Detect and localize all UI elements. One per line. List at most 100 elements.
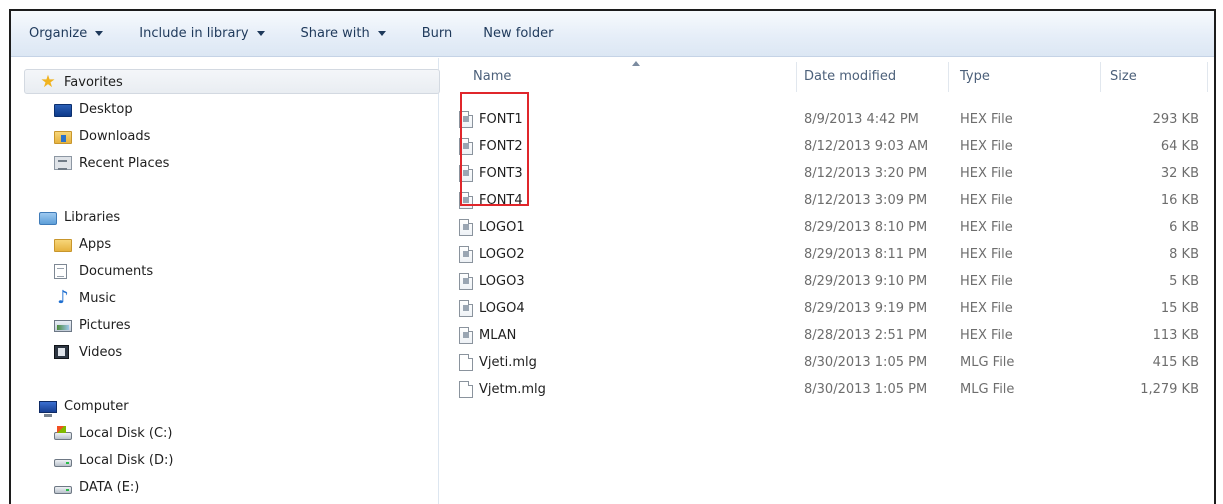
file-name: LOGO3 (479, 274, 525, 289)
nav-item-recent-places[interactable]: Recent Places (54, 150, 169, 176)
file-type: HEX File (960, 166, 1013, 181)
include-in-library-button[interactable]: Include in library (139, 26, 265, 41)
column-header-date-label: Date modified (804, 68, 897, 84)
file-type: HEX File (960, 220, 1013, 235)
chevron-down-icon (377, 31, 386, 36)
file-date-modified: 8/29/2013 8:10 PM (804, 220, 928, 235)
nav-item-downloads[interactable]: Downloads (54, 123, 150, 149)
desktop-icon (54, 103, 72, 117)
share-with-label: Share with (300, 26, 370, 41)
videos-icon (54, 345, 69, 359)
table-row[interactable]: Vjetm.mlg 8/30/2013 1:05 PM MLG File 1,2… (440, 376, 1214, 403)
column-header-type-label: Type (960, 68, 990, 84)
folder-icon (54, 238, 72, 252)
table-row[interactable]: FONT2 8/12/2013 9:03 AM HEX File 64 KB (440, 133, 1214, 160)
nav-item-data-e[interactable]: DATA (E:) (54, 474, 139, 500)
file-date-modified: 8/29/2013 8:11 PM (804, 247, 928, 262)
computer-icon (39, 400, 57, 417)
file-name: LOGO4 (479, 301, 525, 316)
file-date-modified: 8/12/2013 3:09 PM (804, 193, 928, 208)
column-header-date-modified[interactable]: Date modified (804, 58, 944, 94)
burn-label: Burn (421, 26, 453, 41)
file-size: 293 KB (1152, 112, 1199, 127)
blank-file-icon (459, 381, 473, 398)
nav-item-label: Recent Places (79, 155, 170, 171)
table-row[interactable]: MLAN 8/28/2013 2:51 PM HEX File 113 KB (440, 322, 1214, 349)
nav-libraries-label: Libraries (64, 209, 121, 225)
system-drive-icon (54, 426, 72, 440)
table-row[interactable]: LOGO3 8/29/2013 9:10 PM HEX File 5 KB (440, 268, 1214, 295)
column-header-size-label: Size (1110, 68, 1137, 84)
nav-item-music[interactable]: ♪ Music (54, 285, 116, 311)
sort-ascending-icon (632, 61, 640, 66)
file-type: HEX File (960, 328, 1013, 343)
file-date-modified: 8/29/2013 9:10 PM (804, 274, 928, 289)
new-folder-label: New folder (483, 26, 554, 41)
nav-favorites-label: Favorites (64, 74, 123, 90)
file-size: 6 KB (1169, 220, 1199, 235)
pictures-icon (54, 320, 72, 332)
recent-places-icon (54, 156, 72, 170)
column-header-type[interactable]: Type (960, 58, 1090, 94)
nav-item-label: Local Disk (D:) (79, 452, 174, 468)
file-list: Name Date modified Type Size FONT1 8/9/2… (440, 58, 1214, 504)
nav-item-label: Apps (79, 236, 112, 252)
include-in-library-label: Include in library (139, 26, 249, 41)
star-icon: ★ (40, 72, 56, 92)
hex-file-icon (459, 300, 473, 317)
nav-item-pictures[interactable]: Pictures (54, 312, 130, 338)
nav-item-apps[interactable]: Apps (54, 231, 111, 257)
organize-label: Organize (29, 26, 88, 41)
hex-file-icon (459, 138, 473, 155)
file-type: HEX File (960, 274, 1013, 289)
new-folder-button[interactable]: New folder (483, 26, 553, 41)
file-type: HEX File (960, 247, 1013, 262)
nav-item-label: Local Disk (C:) (79, 425, 173, 441)
file-name: FONT3 (479, 166, 523, 181)
file-type: HEX File (960, 193, 1013, 208)
downloads-folder-icon (54, 130, 72, 144)
table-row[interactable]: LOGO2 8/29/2013 8:11 PM HEX File 8 KB (440, 241, 1214, 268)
column-divider[interactable] (1100, 62, 1101, 92)
file-size: 16 KB (1160, 193, 1199, 208)
burn-button[interactable]: Burn (422, 26, 453, 41)
file-date-modified: 8/30/2013 1:05 PM (804, 382, 928, 397)
column-header-name[interactable]: Name (473, 58, 798, 94)
nav-item-documents[interactable]: Documents (54, 258, 153, 284)
share-with-button[interactable]: Share with (301, 26, 386, 41)
file-name: FONT1 (479, 112, 523, 127)
file-size: 64 KB (1160, 139, 1199, 154)
table-row[interactable]: LOGO4 8/29/2013 9:19 PM HEX File 15 KB (440, 295, 1214, 322)
column-divider[interactable] (796, 62, 797, 92)
nav-item-desktop[interactable]: Desktop (54, 96, 133, 122)
nav-item-local-disk-c[interactable]: Local Disk (C:) (54, 420, 172, 446)
nav-item-local-disk-d[interactable]: Local Disk (D:) (54, 447, 173, 473)
hex-file-icon (459, 327, 473, 344)
hex-file-icon (459, 246, 473, 263)
column-divider[interactable] (1207, 62, 1208, 92)
file-date-modified: 8/12/2013 9:03 AM (804, 139, 929, 154)
navigation-pane: ★ Favorites Desktop Downloads Recent Pla… (11, 58, 440, 504)
nav-favorites[interactable]: ★ Favorites (39, 69, 123, 95)
hex-file-icon (459, 219, 473, 236)
music-icon: ♪ (57, 287, 69, 308)
table-row[interactable]: FONT4 8/12/2013 3:09 PM HEX File 16 KB (440, 187, 1214, 214)
file-size: 1,279 KB (1140, 382, 1199, 397)
nav-item-videos[interactable]: Videos (54, 339, 122, 365)
table-row[interactable]: Vjeti.mlg 8/30/2013 1:05 PM MLG File 415… (440, 349, 1214, 376)
documents-icon (54, 263, 67, 279)
organize-button[interactable]: Organize (29, 26, 104, 41)
file-date-modified: 8/30/2013 1:05 PM (804, 355, 928, 370)
hex-file-icon (459, 192, 473, 209)
file-size: 113 KB (1152, 328, 1199, 343)
file-type: MLG File (960, 382, 1015, 397)
table-row[interactable]: LOGO1 8/29/2013 8:10 PM HEX File 6 KB (440, 214, 1214, 241)
table-row[interactable]: FONT3 8/12/2013 3:20 PM HEX File 32 KB (440, 160, 1214, 187)
table-row[interactable]: FONT1 8/9/2013 4:42 PM HEX File 293 KB (440, 106, 1214, 133)
nav-libraries[interactable]: Libraries (39, 204, 120, 230)
column-header-size[interactable]: Size (1110, 58, 1200, 94)
column-divider[interactable] (948, 62, 949, 92)
nav-item-label: Music (79, 290, 116, 306)
command-bar: Organize Include in library Share with B… (11, 11, 1214, 57)
nav-computer[interactable]: Computer (39, 393, 129, 419)
